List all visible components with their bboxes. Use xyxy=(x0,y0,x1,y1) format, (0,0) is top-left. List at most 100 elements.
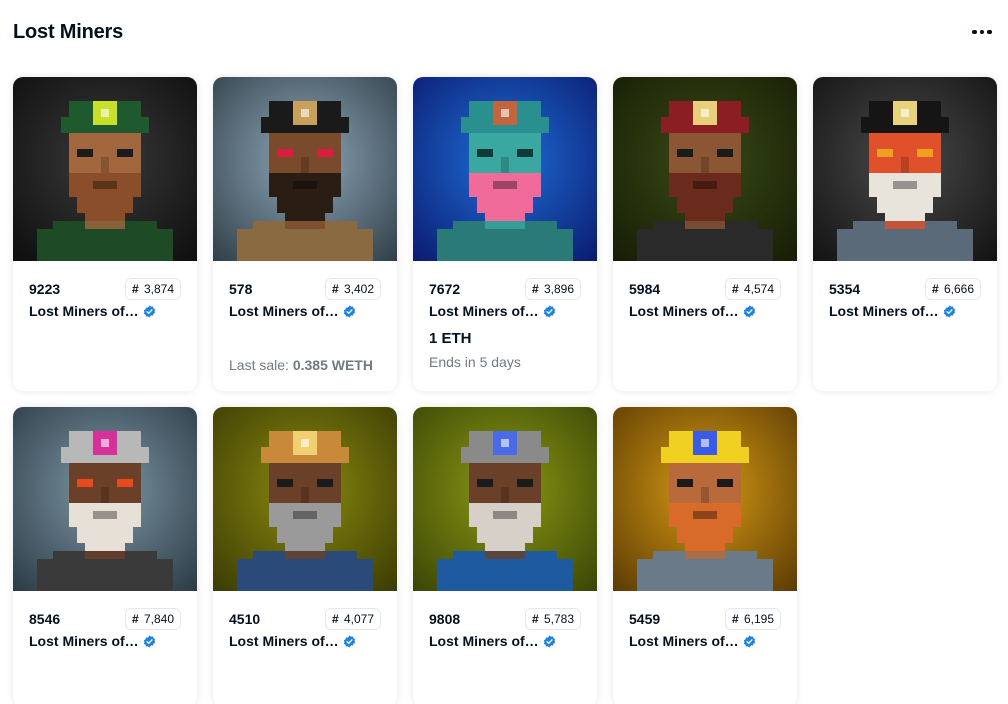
nft-id-row: 5459 # 6,195 xyxy=(629,608,781,630)
nft-id-row: 8546 # 7,840 xyxy=(29,608,181,630)
nft-image[interactable] xyxy=(13,407,197,591)
nft-card[interactable]: 7672 # 3,896 Lost Miners of… 1 ETH Ends in 5… xyxy=(413,77,597,391)
collection-row: Lost Miners of… xyxy=(229,301,381,321)
token-id: 7672 xyxy=(429,281,461,297)
token-id: 578 xyxy=(229,281,253,297)
rarity-rank-badge[interactable]: # 4,077 xyxy=(324,608,381,630)
pixel-miner-artwork xyxy=(413,407,597,591)
token-id: 9223 xyxy=(29,281,61,297)
nft-id-row: 7672 # 3,896 xyxy=(429,278,581,300)
collection-row: Lost Miners of… xyxy=(229,631,381,651)
nft-card[interactable]: 9808 # 5,783 Lost Miners of… xyxy=(413,407,597,704)
collection-name[interactable]: Lost Miners of… xyxy=(29,633,139,649)
nft-image[interactable] xyxy=(413,77,597,261)
nft-image[interactable] xyxy=(613,77,797,261)
verified-badge-icon xyxy=(943,304,955,318)
rarity-rank-value: 3,874 xyxy=(143,282,174,296)
nft-id-row: 9808 # 5,783 xyxy=(429,608,581,630)
token-id: 8546 xyxy=(29,611,61,627)
last-sale: Last sale: 0.385 WETH xyxy=(229,357,373,373)
collection-name[interactable]: Lost Miners of… xyxy=(429,633,539,649)
nft-id-row: 9223 # 3,874 xyxy=(29,278,181,300)
nft-image[interactable] xyxy=(213,407,397,591)
rarity-rank-badge[interactable]: # 7,840 xyxy=(124,608,181,630)
auction-ends: Ends in 5 days xyxy=(429,354,521,370)
nft-info: 7672 # 3,896 Lost Miners of… 1 ETH Ends in 5… xyxy=(413,261,597,370)
nft-card[interactable]: 9223 # 3,874 Lost Miners of… xyxy=(13,77,197,391)
nft-card[interactable]: 4510 # 4,077 Lost Miners of… xyxy=(213,407,397,704)
collection-name[interactable]: Lost Miners of… xyxy=(229,633,339,649)
hash-symbol: # xyxy=(531,282,539,296)
pixel-miner-artwork xyxy=(413,77,597,261)
nft-id-row: 5984 # 4,574 xyxy=(629,278,781,300)
rarity-rank-badge[interactable]: # 3,402 xyxy=(324,278,381,300)
hash-symbol: # xyxy=(331,282,339,296)
nft-info: 8546 # 7,840 Lost Miners of… xyxy=(13,591,197,651)
ellipsis-dot xyxy=(987,29,992,35)
hash-symbol: # xyxy=(131,282,139,296)
collection-row: Lost Miners of… xyxy=(29,631,181,651)
rarity-rank-badge[interactable]: # 6,195 xyxy=(724,608,781,630)
rarity-rank-badge[interactable]: # 3,874 xyxy=(124,278,181,300)
collection-name[interactable]: Lost Miners of… xyxy=(629,633,739,649)
last-sale-value: 0.385 WETH xyxy=(292,357,373,373)
verified-badge-icon xyxy=(543,634,555,648)
nft-info: 5354 # 6,666 Lost Miners of… xyxy=(813,261,997,321)
collection-name[interactable]: Lost Miners of… xyxy=(829,303,939,319)
rarity-rank-value: 4,574 xyxy=(743,282,774,296)
token-id: 9808 xyxy=(429,611,461,627)
collection-name[interactable]: Lost Miners of… xyxy=(629,303,739,319)
collection-row: Lost Miners of… xyxy=(429,631,581,651)
price: 1 ETH xyxy=(429,330,472,347)
nft-card[interactable]: 5984 # 4,574 Lost Miners of… xyxy=(613,77,797,391)
collection-row: Lost Miners of… xyxy=(629,301,781,321)
nft-image[interactable] xyxy=(413,407,597,591)
nft-card[interactable]: 5459 # 6,195 Lost Miners of… xyxy=(613,407,797,704)
rarity-rank-badge[interactable]: # 6,666 xyxy=(924,278,981,300)
token-id: 5984 xyxy=(629,281,661,297)
ellipsis-icon xyxy=(972,29,977,35)
pixel-miner-artwork xyxy=(13,77,197,261)
rarity-rank-value: 4,077 xyxy=(343,612,374,626)
pixel-miner-artwork xyxy=(13,407,197,591)
hash-symbol: # xyxy=(131,612,139,626)
page-title: Lost Miners xyxy=(13,21,124,43)
hash-symbol: # xyxy=(531,612,539,626)
page-header: Lost Miners xyxy=(13,18,995,48)
nft-image[interactable] xyxy=(813,77,997,261)
collection-name[interactable]: Lost Miners of… xyxy=(429,303,539,319)
rarity-rank-badge[interactable]: # 5,783 xyxy=(524,608,581,630)
nft-card[interactable]: 578 # 3,402 Lost Miners of… Last sale: 0.38… xyxy=(213,77,397,391)
rarity-rank-badge[interactable]: # 3,896 xyxy=(524,278,581,300)
token-id: 5354 xyxy=(829,281,861,297)
nft-card[interactable]: 8546 # 7,840 Lost Miners of… xyxy=(13,407,197,704)
nft-card[interactable]: 5354 # 6,666 Lost Miners of… xyxy=(813,77,997,391)
nft-id-row: 578 # 3,402 xyxy=(229,278,381,300)
nft-id-row: 4510 # 4,077 xyxy=(229,608,381,630)
verified-badge-icon xyxy=(143,304,155,318)
nft-info: 4510 # 4,077 Lost Miners of… xyxy=(213,591,397,651)
nft-image[interactable] xyxy=(613,407,797,591)
rarity-rank-value: 3,896 xyxy=(543,282,574,296)
pixel-miner-artwork xyxy=(613,407,797,591)
verified-badge-icon xyxy=(743,304,755,318)
hash-symbol: # xyxy=(731,612,739,626)
nft-image[interactable] xyxy=(213,77,397,261)
rarity-rank-badge[interactable]: # 4,574 xyxy=(724,278,781,300)
rarity-rank-value: 5,783 xyxy=(543,612,574,626)
more-options-button[interactable] xyxy=(969,22,995,42)
hash-symbol: # xyxy=(731,282,739,296)
rarity-rank-value: 7,840 xyxy=(143,612,174,626)
collection-row: Lost Miners of… xyxy=(629,631,781,651)
pixel-miner-artwork xyxy=(813,77,997,261)
nft-info: 5459 # 6,195 Lost Miners of… xyxy=(613,591,797,651)
collection-name[interactable]: Lost Miners of… xyxy=(29,303,139,319)
collection-name[interactable]: Lost Miners of… xyxy=(229,303,339,319)
nft-image[interactable] xyxy=(13,77,197,261)
nft-info: 9808 # 5,783 Lost Miners of… xyxy=(413,591,597,651)
hash-symbol: # xyxy=(931,282,939,296)
rarity-rank-value: 6,666 xyxy=(943,282,974,296)
nft-info: 5984 # 4,574 Lost Miners of… xyxy=(613,261,797,321)
verified-badge-icon xyxy=(543,304,555,318)
pixel-miner-artwork xyxy=(213,407,397,591)
